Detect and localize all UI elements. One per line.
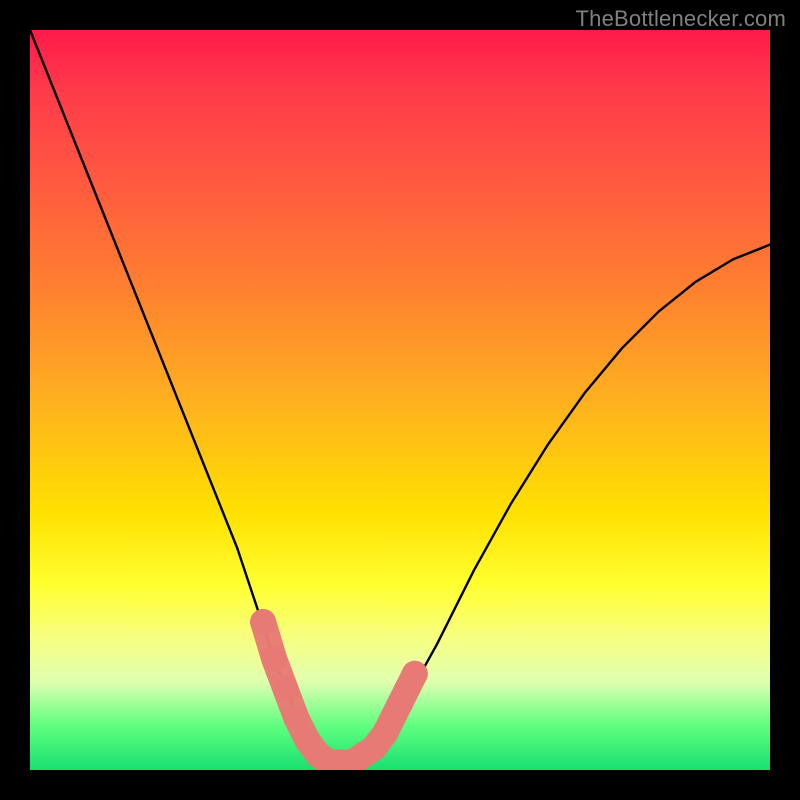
highlight-dot xyxy=(283,705,309,731)
chart-curve-layer xyxy=(30,30,770,770)
attribution-label: TheBottlenecker.com xyxy=(576,6,786,32)
chart-frame: TheBottlenecker.com xyxy=(0,0,800,800)
curve-line xyxy=(30,30,770,763)
highlight-dot xyxy=(250,609,276,635)
highlight-dot xyxy=(261,646,287,672)
curve-path xyxy=(30,30,770,763)
highlight-dots xyxy=(250,609,428,770)
highlight-dot xyxy=(272,676,298,702)
highlight-dot xyxy=(402,661,428,687)
